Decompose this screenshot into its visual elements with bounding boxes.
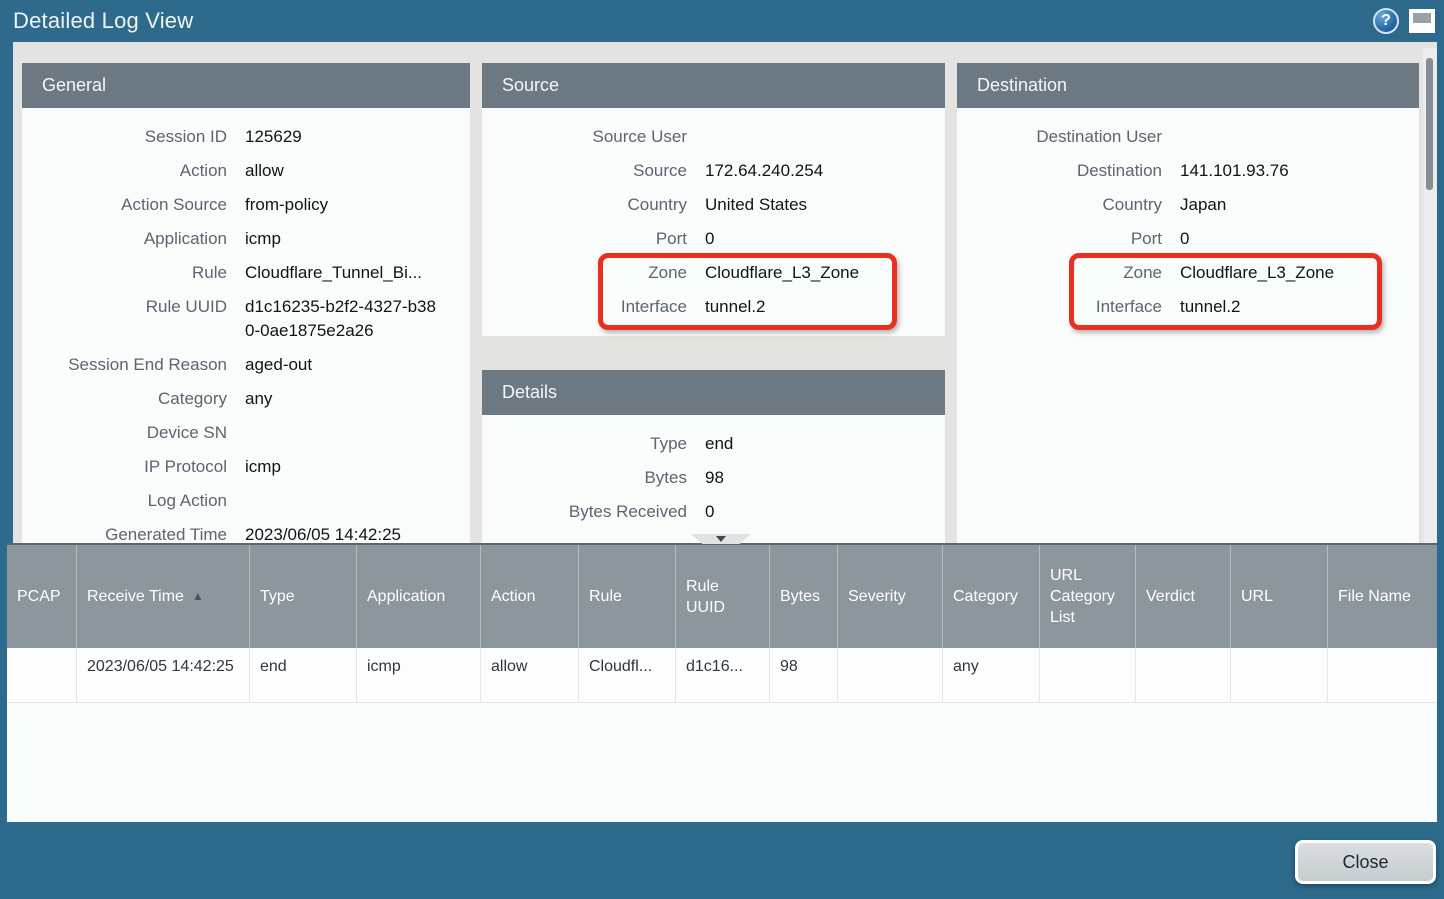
field-destination-zone: ZoneCloudflare_L3_Zone xyxy=(957,256,1419,290)
panel-source-body: Source User Source172.64.240.254 Country… xyxy=(482,108,945,336)
collapse-handle[interactable] xyxy=(691,534,751,544)
column-header-url-category-list[interactable]: URL Category List xyxy=(1040,545,1136,648)
cell-severity xyxy=(838,648,943,702)
field-session-id: Session ID125629 xyxy=(22,120,470,154)
column-header-file-name[interactable]: File Name xyxy=(1328,545,1437,648)
column-header-application[interactable]: Application xyxy=(357,545,481,648)
sort-ascending-icon: ▲ xyxy=(192,586,204,607)
field-category: Categoryany xyxy=(22,382,470,416)
cell-category: any xyxy=(943,648,1040,702)
field-action: Actionallow xyxy=(22,154,470,188)
column-header-type[interactable]: Type xyxy=(250,545,357,648)
column-header-rule-uuid[interactable]: Rule UUID xyxy=(676,545,770,648)
panel-destination: Destination Destination User Destination… xyxy=(957,63,1419,543)
column-header-url[interactable]: URL xyxy=(1231,545,1328,648)
panel-general-body: Session ID125629 Actionallow Action Sour… xyxy=(22,108,470,543)
cell-verdict xyxy=(1136,648,1231,702)
field-device-sn: Device SN xyxy=(22,416,470,450)
log-table: PCAP Receive Time ▲ Type Application Act… xyxy=(7,543,1437,822)
column-header-action[interactable]: Action xyxy=(481,545,579,648)
panel-details: Details Typeend Bytes98 Bytes Received0 xyxy=(482,370,945,543)
page-title: Detailed Log View xyxy=(0,8,193,34)
field-source-zone: ZoneCloudflare_L3_Zone xyxy=(482,256,945,290)
panel-destination-title: Destination xyxy=(957,63,1419,108)
field-generated-time: Generated Time2023/06/05 14:42:25 xyxy=(22,518,470,543)
cell-pcap xyxy=(7,648,77,702)
field-ip-protocol: IP Protocolicmp xyxy=(22,450,470,484)
column-header-receive-time[interactable]: Receive Time ▲ xyxy=(77,545,250,648)
field-destination-port: Port0 xyxy=(957,222,1419,256)
close-button[interactable]: Close xyxy=(1295,840,1436,884)
cell-url xyxy=(1231,648,1328,702)
field-application: Applicationicmp xyxy=(22,222,470,256)
detail-panels-area: General Session ID125629 Actionallow Act… xyxy=(13,42,1437,543)
panel-details-title: Details xyxy=(482,370,945,415)
vertical-scrollbar[interactable] xyxy=(1423,48,1437,543)
field-source-user: Source User xyxy=(482,120,945,154)
field-session-end-reason: Session End Reasonaged-out xyxy=(22,348,470,382)
field-rule-uuid: Rule UUIDd1c16235-b2f2-4327-b380-0ae1875… xyxy=(22,290,470,348)
cell-rule: Cloudfl... xyxy=(579,648,676,702)
field-type: Typeend xyxy=(482,427,945,461)
cell-receive-time: 2023/06/05 14:42:25 xyxy=(77,648,250,702)
field-source-country: CountryUnited States xyxy=(482,188,945,222)
cell-application: icmp xyxy=(357,648,481,702)
field-log-action: Log Action xyxy=(22,484,470,518)
field-destination-user: Destination User xyxy=(957,120,1419,154)
cell-file-name xyxy=(1328,648,1437,702)
cell-type: end xyxy=(250,648,357,702)
help-icon[interactable]: ? xyxy=(1373,8,1399,34)
panel-general-title: General xyxy=(22,63,470,108)
scrollbar-thumb[interactable] xyxy=(1426,58,1433,190)
column-header-verdict[interactable]: Verdict xyxy=(1136,545,1231,648)
log-table-header: PCAP Receive Time ▲ Type Application Act… xyxy=(7,545,1437,648)
field-source: Source172.64.240.254 xyxy=(482,154,945,188)
field-source-interface: Interfacetunnel.2 xyxy=(482,290,945,324)
field-rule: RuleCloudflare_Tunnel_Bi... xyxy=(22,256,470,290)
panel-general: General Session ID125629 Actionallow Act… xyxy=(22,63,470,543)
column-header-rule[interactable]: Rule xyxy=(579,545,676,648)
table-row[interactable]: 2023/06/05 14:42:25 end icmp allow Cloud… xyxy=(7,648,1437,703)
cell-action: allow xyxy=(481,648,579,702)
cell-url-category-list xyxy=(1040,648,1136,702)
column-header-pcap[interactable]: PCAP xyxy=(7,545,77,648)
field-bytes-received: Bytes Received0 xyxy=(482,495,945,529)
field-source-port: Port0 xyxy=(482,222,945,256)
field-bytes: Bytes98 xyxy=(482,461,945,495)
panel-details-body: Typeend Bytes98 Bytes Received0 xyxy=(482,415,945,543)
cell-bytes: 98 xyxy=(770,648,838,702)
field-destination: Destination141.101.93.76 xyxy=(957,154,1419,188)
field-destination-interface: Interfacetunnel.2 xyxy=(957,290,1419,324)
cell-rule-uuid: d1c16... xyxy=(676,648,770,702)
window-icon[interactable] xyxy=(1409,9,1435,33)
column-header-category[interactable]: Category xyxy=(943,545,1040,648)
window-icon-glyph xyxy=(1413,13,1431,23)
panel-source-title: Source xyxy=(482,63,945,108)
panel-destination-body: Destination User Destination141.101.93.7… xyxy=(957,108,1419,543)
chevron-down-icon xyxy=(716,536,726,542)
title-bar: Detailed Log View xyxy=(0,0,1444,42)
field-action-source: Action Sourcefrom-policy xyxy=(22,188,470,222)
panel-source: Source Source User Source172.64.240.254 … xyxy=(482,63,945,336)
column-header-severity[interactable]: Severity xyxy=(838,545,943,648)
column-header-bytes[interactable]: Bytes xyxy=(770,545,838,648)
field-destination-country: CountryJapan xyxy=(957,188,1419,222)
